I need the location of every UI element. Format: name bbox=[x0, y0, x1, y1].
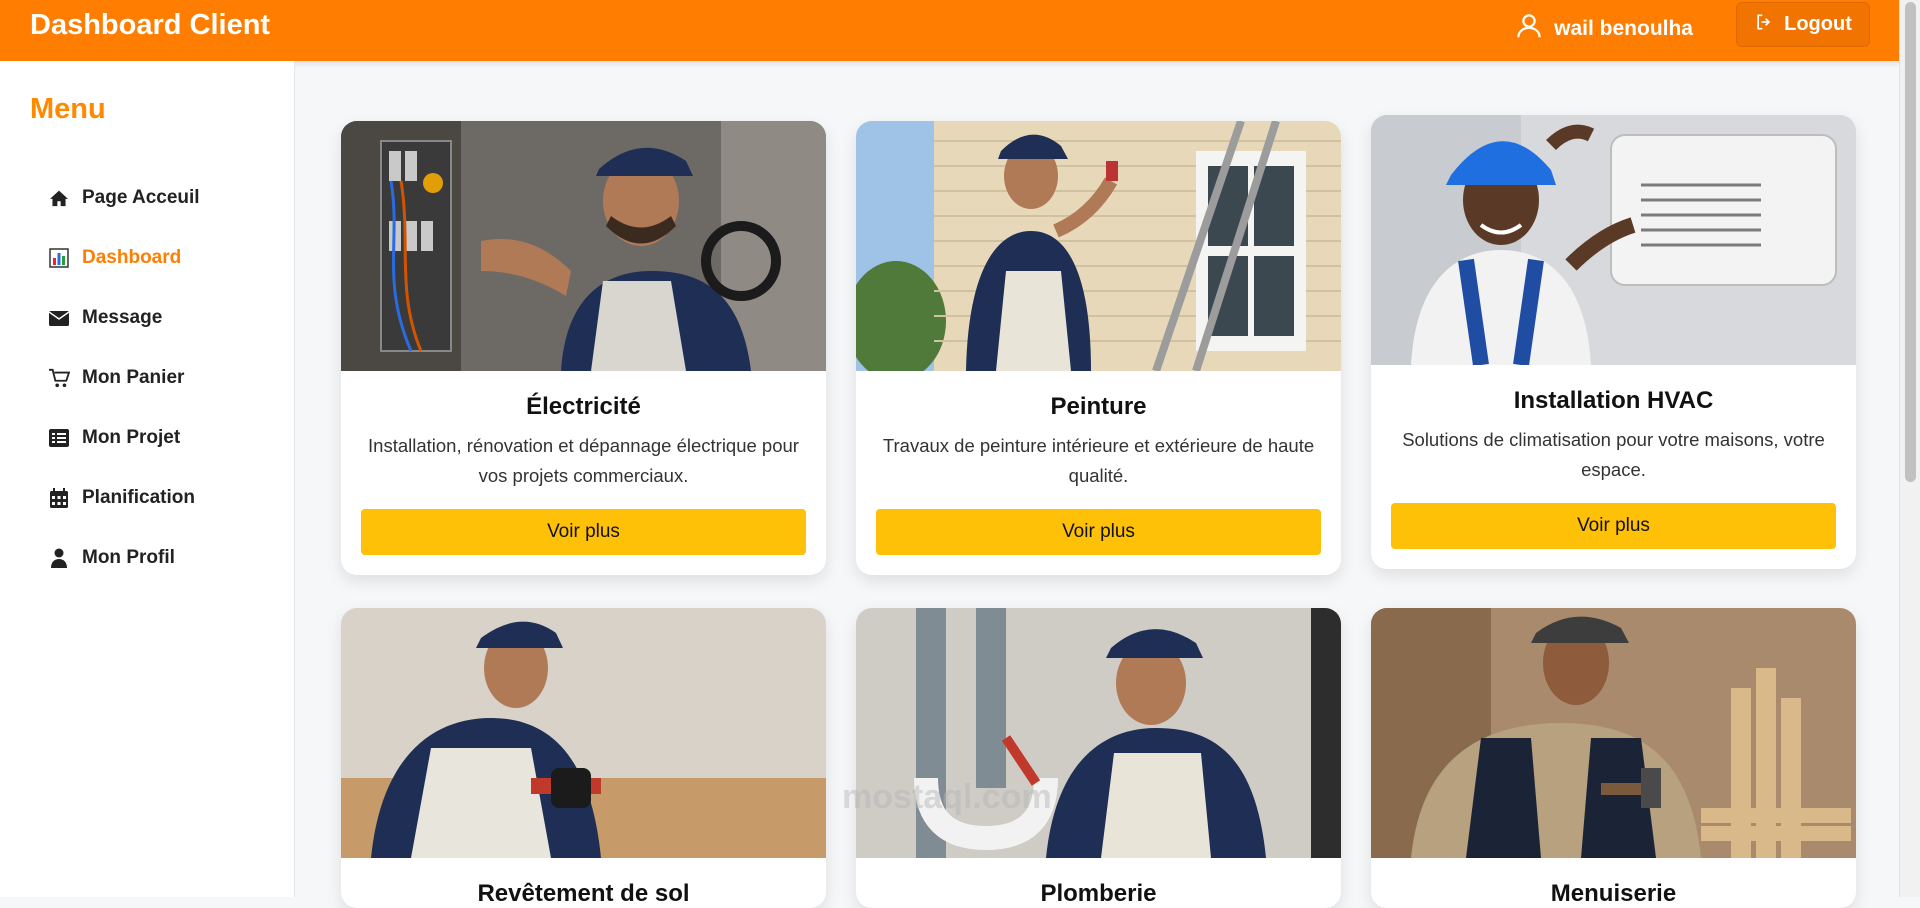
hvac-technician-image bbox=[1371, 115, 1856, 365]
sidebar-item-dashboard[interactable]: Dashboard bbox=[48, 228, 200, 288]
card-description: Travaux de peinture intérieure et extéri… bbox=[882, 435, 1315, 486]
card-title: Revêtement de sol bbox=[477, 880, 690, 907]
carpenter-image bbox=[1371, 608, 1856, 858]
watermark: mostaql.com bbox=[842, 778, 1052, 816]
sidebar-item-planification[interactable]: Planification bbox=[48, 468, 200, 528]
plumber-image bbox=[856, 608, 1341, 858]
logout-icon bbox=[1754, 12, 1774, 38]
sidebar: Menu Page Acceuil Dashboard Message Mon … bbox=[0, 61, 295, 897]
painter-image bbox=[856, 121, 1341, 371]
service-card-electricite: Électricité Installation, rénovation et … bbox=[341, 121, 826, 575]
scrollbar-thumb[interactable] bbox=[1905, 2, 1916, 482]
list-icon bbox=[48, 427, 70, 449]
card-title: Peinture bbox=[1050, 393, 1147, 420]
sidebar-item-label: Planification bbox=[82, 487, 195, 508]
sidebar-item-message[interactable]: Message bbox=[48, 288, 200, 348]
card-description: Installation, rénovation et dépannage él… bbox=[368, 435, 799, 486]
user-name: wail benoulha bbox=[1554, 16, 1693, 40]
voir-plus-button[interactable]: Voir plus bbox=[361, 509, 806, 555]
card-description: Solutions de climatisation pour votre ma… bbox=[1402, 429, 1825, 480]
voir-plus-button[interactable]: Voir plus bbox=[876, 509, 1321, 555]
service-card-revetement-de-sol: Revêtement de sol bbox=[341, 608, 826, 908]
sidebar-item-label: Dashboard bbox=[82, 247, 182, 268]
sidebar-item-label: Mon Projet bbox=[82, 427, 181, 448]
sidebar-item-mon-panier[interactable]: Mon Panier bbox=[48, 348, 200, 408]
user-menu[interactable]: wail benoulha bbox=[1514, 11, 1693, 46]
voir-plus-button[interactable]: Voir plus bbox=[1391, 503, 1836, 549]
user-icon bbox=[48, 547, 70, 569]
sidebar-item-mon-projet[interactable]: Mon Projet bbox=[48, 408, 200, 468]
logout-button[interactable]: Logout bbox=[1736, 2, 1870, 47]
logout-label: Logout bbox=[1784, 13, 1852, 35]
cart-icon bbox=[48, 367, 70, 389]
sidebar-item-label: Mon Profil bbox=[82, 547, 175, 568]
service-card-menuiserie: Menuiserie bbox=[1371, 608, 1856, 908]
service-card-peinture: Peinture Travaux de peinture intérieure … bbox=[856, 121, 1341, 575]
sidebar-item-page-acceuil[interactable]: Page Acceuil bbox=[48, 168, 200, 228]
card-title: Plomberie bbox=[1040, 880, 1157, 907]
envelope-icon bbox=[48, 307, 70, 329]
sidebar-item-label: Mon Panier bbox=[82, 367, 185, 388]
app-title: Dashboard Client bbox=[30, 9, 271, 41]
sidebar-title: Menu bbox=[30, 93, 106, 125]
home-icon bbox=[48, 187, 70, 209]
chart-icon bbox=[48, 247, 70, 269]
top-header: Dashboard Client wail benoulha Logout bbox=[0, 0, 1900, 61]
page-scrollbar[interactable] bbox=[1899, 0, 1920, 897]
sidebar-item-label: Page Acceuil bbox=[82, 187, 200, 208]
card-title: Électricité bbox=[526, 393, 641, 420]
sidebar-nav: Page Acceuil Dashboard Message Mon Panie… bbox=[48, 168, 200, 588]
service-card-plomberie: Plomberie bbox=[856, 608, 1341, 908]
sidebar-item-mon-profil[interactable]: Mon Profil bbox=[48, 528, 200, 588]
card-title: Menuiserie bbox=[1550, 880, 1677, 907]
card-title: Installation HVAC bbox=[1513, 387, 1714, 414]
sidebar-item-label: Message bbox=[82, 307, 163, 328]
electrician-image bbox=[341, 121, 826, 371]
flooring-worker-image bbox=[341, 608, 826, 858]
calendar-icon bbox=[48, 487, 70, 509]
service-card-hvac: Installation HVAC Solutions de climatisa… bbox=[1371, 115, 1856, 569]
user-icon bbox=[1514, 11, 1544, 46]
